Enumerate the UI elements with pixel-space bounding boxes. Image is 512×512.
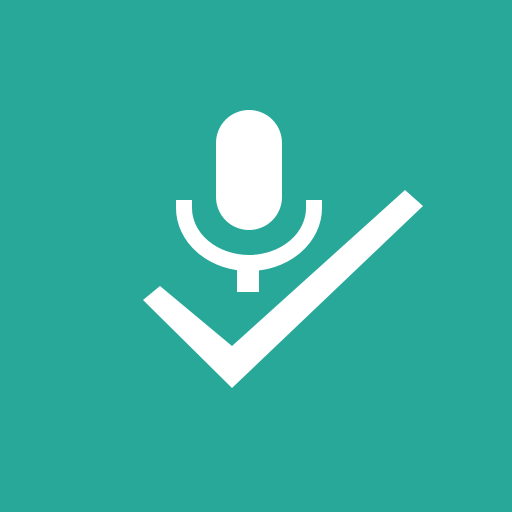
app-icon-graphic — [0, 0, 512, 512]
microphone-capsule — [216, 110, 282, 230]
app-icon — [0, 0, 512, 512]
microphone-stand — [237, 258, 259, 292]
